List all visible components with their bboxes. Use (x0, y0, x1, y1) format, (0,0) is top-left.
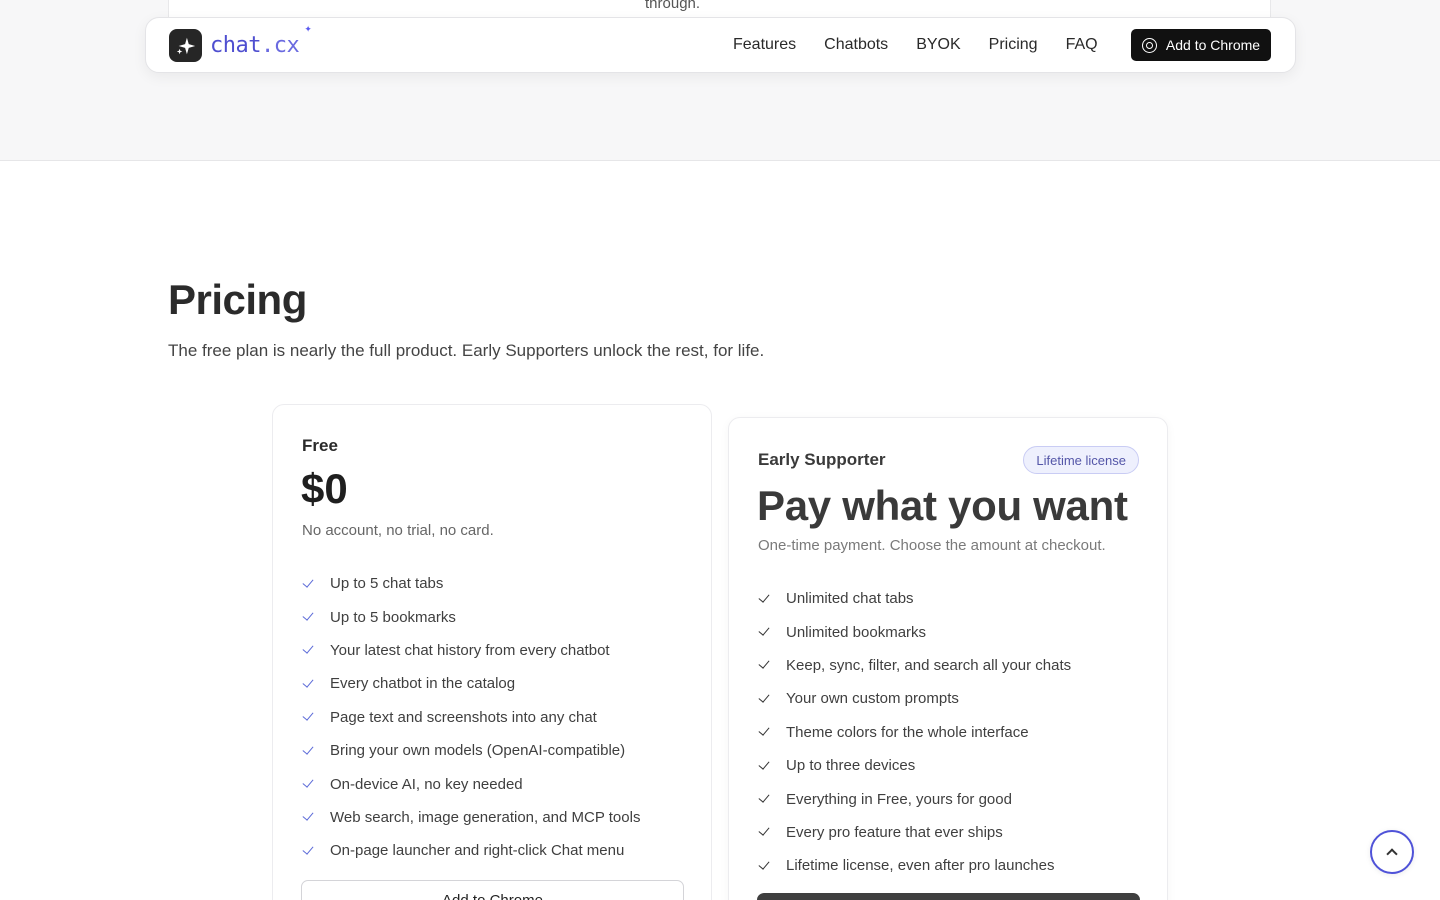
nav-links: Features Chatbots BYOK Pricing FAQ (733, 36, 1126, 54)
plan-name: Early Supporter (758, 450, 886, 469)
logo-main: chat (210, 33, 261, 58)
check-icon (758, 825, 772, 839)
feature-item: Every chatbot in the catalog (302, 667, 640, 700)
nav-link-faq[interactable]: FAQ (1066, 36, 1098, 54)
feature-list: Up to 5 chat tabs Up to 5 bookmarks Your… (302, 567, 640, 868)
navbar: chat.cx ✦ Features Chatbots BYOK Pricing… (145, 17, 1296, 73)
feature-text: Up to three devices (786, 757, 916, 775)
feature-text: Page text and screenshots into any chat (330, 708, 597, 726)
feature-text: Up to 5 chat tabs (330, 575, 444, 593)
check-icon (758, 658, 772, 672)
check-icon (302, 577, 316, 591)
plan-price: $0 (301, 465, 348, 512)
feature-item: Unlimited bookmarks (758, 615, 1071, 648)
pricing-title: Pricing (168, 276, 307, 323)
check-icon (302, 844, 316, 858)
check-icon (758, 792, 772, 806)
feature-text: Every chatbot in the catalog (330, 675, 516, 693)
feature-text: Up to 5 bookmarks (330, 608, 456, 626)
nav-link-chatbots[interactable]: Chatbots (824, 36, 888, 54)
free-cta-label: Add to Chrome (442, 892, 543, 900)
nav-link-byok[interactable]: BYOK (916, 36, 960, 54)
nav-link-pricing[interactable]: Pricing (989, 36, 1038, 54)
feature-text: Keep, sync, filter, and search all your … (786, 656, 1072, 674)
lifetime-license-badge: Lifetime license (1023, 446, 1139, 474)
nav-link-features[interactable]: Features (733, 36, 796, 54)
feature-list: Unlimited chat tabs Unlimited bookmarks … (758, 582, 1071, 883)
small-sparkle-icon: ✦ (304, 21, 312, 35)
check-icon (302, 610, 316, 624)
check-icon (758, 725, 772, 739)
feature-item: Bring your own models (OpenAI-compatible… (302, 734, 640, 767)
feature-item: Keep, sync, filter, and search all your … (758, 649, 1071, 682)
scroll-to-top-button[interactable] (1370, 830, 1414, 874)
feature-text: On-page launcher and right-click Chat me… (330, 842, 625, 860)
plan-price-note: No account, no trial, no card. (302, 522, 494, 539)
logo[interactable]: chat.cx ✦ (169, 21, 312, 62)
plan-price-note: One-time payment. Choose the amount at c… (758, 537, 1106, 554)
feature-item: Page text and screenshots into any chat (302, 701, 640, 734)
add-to-chrome-label: Add to Chrome (1165, 37, 1261, 53)
plan-name: Free (302, 436, 338, 455)
feature-item: Your latest chat history from every chat… (302, 634, 640, 667)
sparkle-logo-icon (169, 29, 202, 62)
feature-item: On-device AI, no key needed (302, 767, 640, 800)
free-add-to-chrome-button[interactable]: Add to Chrome (301, 880, 684, 900)
check-icon (302, 810, 316, 824)
feature-text: Everything in Free, yours for good (786, 790, 1012, 808)
feature-item: Up to 5 bookmarks (302, 600, 640, 633)
check-icon (302, 677, 316, 691)
previous-section-text: through. (645, 0, 701, 12)
feature-item: Up to three devices (758, 749, 1071, 782)
add-to-chrome-button[interactable]: Add to Chrome (1131, 29, 1271, 61)
pricing-subtitle: The free plan is nearly the full product… (168, 341, 765, 360)
check-icon (302, 744, 316, 758)
feature-item: Web search, image generation, and MCP to… (302, 801, 640, 834)
chevron-up-icon (1386, 848, 1398, 860)
feature-text: Web search, image generation, and MCP to… (330, 808, 641, 826)
feature-text: Theme colors for the whole interface (786, 723, 1029, 741)
check-icon (302, 643, 316, 657)
early-supporter-checkout-button[interactable] (757, 893, 1140, 900)
feature-text: Every pro feature that ever ships (786, 823, 1003, 841)
feature-item: Theme colors for the whole interface (758, 716, 1071, 749)
plan-card-early-supporter: Early Supporter Lifetime license Pay wha… (728, 417, 1168, 900)
feature-item: On-page launcher and right-click Chat me… (302, 834, 640, 867)
feature-text: Your latest chat history from every chat… (330, 641, 610, 659)
check-icon (302, 710, 316, 724)
check-icon (758, 592, 772, 606)
feature-item: Everything in Free, yours for good (758, 782, 1071, 815)
feature-text: Bring your own models (OpenAI-compatible… (330, 742, 626, 760)
check-icon (758, 759, 772, 773)
feature-item: Lifetime license, even after pro launche… (758, 849, 1071, 882)
feature-text: Unlimited chat tabs (786, 590, 914, 608)
logo-text: chat.cx ✦ (210, 21, 312, 58)
check-icon (758, 692, 772, 706)
feature-text: Lifetime license, even after pro launche… (786, 857, 1055, 875)
feature-item: Every pro feature that ever ships (758, 816, 1071, 849)
feature-text: Unlimited bookmarks (786, 623, 927, 641)
feature-text: On-device AI, no key needed (330, 775, 523, 793)
feature-text: Your own custom prompts (786, 690, 959, 708)
check-icon (758, 859, 772, 873)
plan-price: Pay what you want (757, 482, 1128, 529)
plan-card-free: Free $0 No account, no trial, no card. U… (272, 404, 712, 900)
check-icon (302, 777, 316, 791)
logo-suffix: .cx (260, 33, 300, 58)
feature-item: Unlimited chat tabs (758, 582, 1071, 615)
check-icon (758, 625, 772, 639)
feature-item: Your own custom prompts (758, 682, 1071, 715)
chrome-icon (1141, 37, 1157, 53)
feature-item: Up to 5 chat tabs (302, 567, 640, 600)
